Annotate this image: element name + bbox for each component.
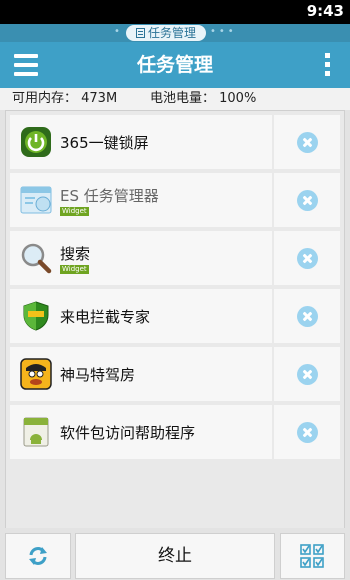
task-cell[interactable]: 来电拦截专家 bbox=[10, 289, 272, 343]
kill-task-button[interactable] bbox=[274, 405, 340, 459]
kill-task-button[interactable] bbox=[274, 231, 340, 285]
power-icon bbox=[21, 127, 51, 157]
page-dots-left: • bbox=[114, 26, 123, 37]
clock: 9:43 bbox=[306, 2, 344, 20]
task-name: 来电拦截专家 bbox=[60, 308, 151, 326]
kill-task-button[interactable] bbox=[274, 115, 340, 169]
close-icon[interactable] bbox=[297, 364, 318, 385]
task-cell[interactable]: 365一键锁屏 bbox=[10, 115, 272, 169]
list-item[interactable]: 搜索 Widget bbox=[10, 231, 340, 285]
close-icon[interactable] bbox=[297, 132, 318, 153]
close-icon[interactable] bbox=[297, 306, 318, 327]
kill-task-button[interactable] bbox=[274, 173, 340, 227]
task-cell[interactable]: 搜索 Widget bbox=[10, 231, 272, 285]
memory-info: 可用内存： 473M bbox=[12, 91, 118, 106]
checklist-icon bbox=[300, 544, 324, 568]
select-all-button[interactable] bbox=[280, 533, 345, 579]
list-item[interactable]: 神马特驾房 bbox=[10, 347, 340, 401]
stop-button[interactable]: 终止 bbox=[75, 533, 275, 579]
widget-badge: Widget bbox=[60, 265, 89, 274]
page-dots-right: ••• bbox=[210, 26, 237, 37]
refresh-icon bbox=[29, 547, 47, 565]
battery-info: 电池电量： 100% bbox=[150, 91, 257, 106]
task-list: 365一键锁屏 ES 任务管理器 Widget 搜索 Widget 来电拦截专家… bbox=[5, 110, 345, 530]
task-cell[interactable]: 神马特驾房 bbox=[10, 347, 272, 401]
task-name: 软件包访问帮助程序 bbox=[60, 424, 196, 442]
task-name: ES 任务管理器 bbox=[60, 187, 159, 205]
widget-badge: Widget bbox=[60, 207, 89, 216]
android-package-icon bbox=[23, 417, 49, 447]
close-icon[interactable] bbox=[297, 422, 318, 443]
list-item[interactable]: ES 任务管理器 Widget bbox=[10, 173, 340, 227]
overflow-menu-icon[interactable] bbox=[325, 53, 330, 77]
task-cell[interactable]: 软件包访问帮助程序 bbox=[10, 405, 272, 459]
bottom-toolbar: 终止 bbox=[0, 528, 350, 580]
kill-task-button[interactable] bbox=[274, 289, 340, 343]
list-icon bbox=[135, 28, 145, 38]
close-icon[interactable] bbox=[297, 190, 318, 211]
list-item[interactable]: 软件包访问帮助程序 bbox=[10, 405, 340, 459]
title-bar: 任务管理 bbox=[0, 42, 350, 88]
refresh-button[interactable] bbox=[5, 533, 71, 579]
magnifier-icon bbox=[21, 243, 52, 274]
task-name: 神马特驾房 bbox=[60, 366, 136, 384]
list-item[interactable]: 365一键锁屏 bbox=[10, 115, 340, 169]
kill-task-button[interactable] bbox=[274, 347, 340, 401]
task-cell[interactable]: ES 任务管理器 Widget bbox=[10, 173, 272, 227]
task-name: 365一键锁屏 bbox=[60, 134, 149, 152]
list-item[interactable]: 来电拦截专家 bbox=[10, 289, 340, 343]
shield-icon bbox=[23, 301, 49, 331]
es-task-manager-icon bbox=[20, 186, 52, 214]
page-title: 任务管理 bbox=[136, 54, 213, 76]
tab-task-manager[interactable]: 任务管理 bbox=[126, 25, 206, 41]
tab-label: 任务管理 bbox=[147, 26, 196, 40]
tab-strip: • 任务管理 ••• bbox=[0, 24, 350, 42]
task-name: 搜索 bbox=[60, 245, 91, 263]
status-bar: 9:43 bbox=[0, 0, 350, 24]
close-icon[interactable] bbox=[297, 248, 318, 269]
cartoon-face-icon bbox=[20, 358, 52, 390]
info-bar: 可用内存： 473M 电池电量： 100% bbox=[0, 88, 350, 110]
